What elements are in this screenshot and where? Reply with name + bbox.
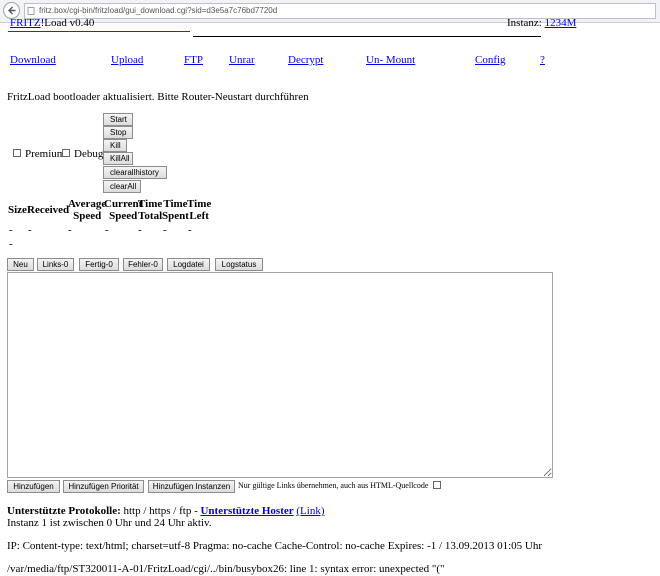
tab-links[interactable]: Links-0 [37, 258, 74, 271]
nav-help[interactable]: ? [540, 54, 545, 66]
tab-fehler[interactable]: Fehler-0 [123, 258, 163, 271]
cell-time-spent: - [163, 224, 167, 236]
cell-size: - [9, 224, 13, 236]
links-textarea[interactable] [7, 272, 553, 478]
tab-fertig[interactable]: Fertig-0 [79, 258, 119, 271]
instance-active-text: Instanz 1 ist zwischen 0 Uhr und 24 Uhr … [7, 517, 212, 529]
supported-hoster-link[interactable]: Unterstützte Hoster [200, 505, 293, 517]
debug-checkbox[interactable] [62, 149, 70, 157]
add-button[interactable]: Hinzufügen [7, 480, 60, 493]
col-time-left: Time Left [187, 198, 212, 222]
killall-button[interactable]: KillAll [103, 152, 133, 165]
nav-upload[interactable]: Upload [111, 54, 143, 66]
status-message: FritzLoad bootloader aktualisiert. Bitte… [7, 91, 309, 103]
cell-time-left: - [188, 224, 192, 236]
nav-unmount[interactable]: Un- Mount [366, 54, 415, 66]
instance-link[interactable]: 1234M [545, 17, 577, 29]
nav-download[interactable]: Download [10, 54, 56, 66]
kill-button[interactable]: Kill [103, 139, 127, 152]
supported-protocols: Unterstützte Protokolle: http / https / … [7, 505, 325, 517]
premium-checkbox[interactable] [13, 149, 21, 157]
instance-label: Instanz: [507, 17, 542, 29]
hoster-list-link[interactable]: (Link) [296, 505, 324, 517]
col-received: Received [27, 204, 70, 216]
col-current-speed: Current Speed [104, 198, 143, 222]
ip-info-text: IP: Content-type: text/html; charset=utf… [7, 540, 542, 552]
cell-average-speed: - [68, 224, 72, 236]
col-time-total: Time Total [138, 198, 163, 222]
col-size: Size [8, 204, 27, 216]
tab-logdatei[interactable]: Logdatei [167, 258, 210, 271]
tab-neu[interactable]: Neu [7, 258, 34, 271]
app-version: !Load v0.40 [40, 17, 95, 29]
only-valid-links-checkbox[interactable] [433, 481, 441, 489]
nav-decrypt[interactable]: Decrypt [288, 54, 323, 66]
cell-received: - [28, 224, 32, 236]
protocols-list: http / https / ftp - [120, 505, 201, 517]
debug-label: Debug [74, 148, 104, 160]
col-average-speed: Average Speed [68, 198, 107, 222]
cell-current-speed: - [105, 224, 109, 236]
table-row-placeholder: - [9, 238, 13, 250]
col-time-spent: Time Spent [162, 198, 189, 222]
cell-time-total: - [138, 224, 142, 236]
nav-config[interactable]: Config [475, 54, 506, 66]
fritz-home-link[interactable]: FRITZ [10, 17, 41, 29]
nav-unrar[interactable]: Unrar [229, 54, 255, 66]
premium-label: Premium [25, 148, 66, 160]
page-icon [27, 7, 35, 15]
clearallhistory-button[interactable]: clearallhistory [103, 166, 167, 179]
start-button[interactable]: Start [103, 113, 133, 126]
protocols-label: Unterstützte Protokolle: [7, 505, 121, 517]
add-priority-button[interactable]: Hinzufügen Priorität [63, 480, 144, 493]
header-divider [193, 36, 541, 37]
error-message: /var/media/ftp/ST320011-A-01/FritzLoad/c… [7, 563, 445, 575]
instance-info: Instanz: 1234M [507, 17, 576, 29]
only-valid-links-label: Nur gültige Links übernehmen, auch aus H… [238, 481, 429, 490]
add-instances-button[interactable]: Hinzufügen Instanzen [148, 480, 235, 493]
header-divider-red [8, 31, 190, 32]
tab-logstatus[interactable]: Logstatus [215, 258, 263, 271]
app-title: FRITZ!Load v0.40 [10, 17, 94, 29]
nav-ftp[interactable]: FTP [184, 54, 203, 66]
stop-button[interactable]: Stop [103, 126, 133, 139]
clearall-button[interactable]: clearAll [103, 180, 141, 193]
